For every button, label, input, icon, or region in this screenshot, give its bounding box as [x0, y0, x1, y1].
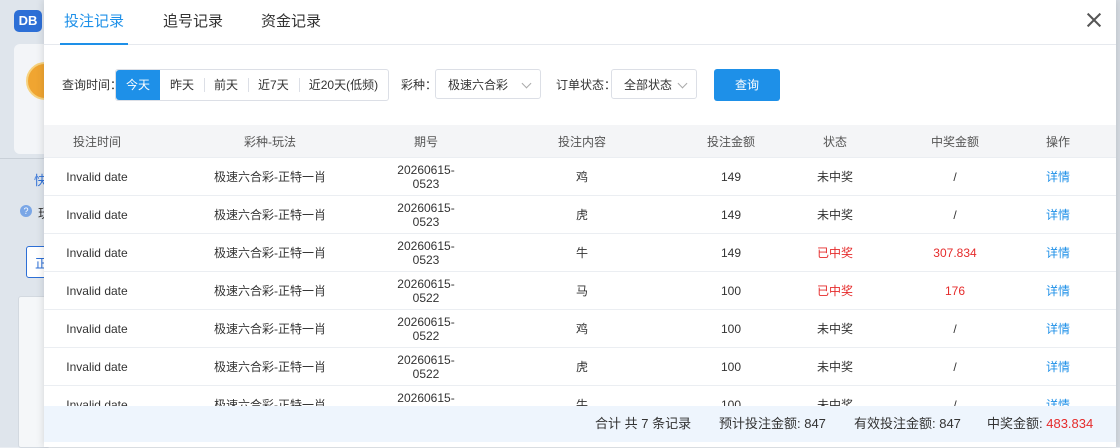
column-header: 投注内容: [462, 125, 702, 158]
filter-bar: 查询时间： 今天 昨天 前天 近7天 近20天(低频) 彩种： 极速六合彩 订单…: [44, 69, 1116, 101]
time-option-day-before[interactable]: 前天: [204, 70, 248, 100]
cell-status: 已中奖: [760, 233, 910, 272]
bet-records-table: 投注时间 彩种-玩法 期号 投注内容 投注金额 状态 中奖金额 操作 Inval…: [44, 125, 1116, 423]
tab-bar: 投注记录 追号记录 资金记录: [44, 0, 1116, 45]
status-select-value: 全部状态: [624, 78, 673, 92]
cell-win: 176: [910, 271, 1000, 310]
cell-content: 鸡: [462, 309, 702, 348]
time-option-20days[interactable]: 近20天(低频): [298, 70, 388, 100]
tab-chase-records[interactable]: 追号记录: [163, 0, 223, 44]
cell-period: 20260615-0523: [390, 195, 462, 234]
cell-win: /: [910, 157, 1000, 196]
details-link[interactable]: 详情: [1000, 233, 1116, 272]
cell-content: 虎: [462, 347, 702, 386]
table-row: Invalid date 极速六合彩-正特一肖 20260615-0523 虎 149 未…: [44, 195, 1116, 234]
cell-content: 牛: [462, 233, 702, 272]
total-records: 合计 共 7 条记录: [595, 416, 692, 431]
cell-status: 未中奖: [760, 157, 910, 196]
table-row: Invalid date 极速六合彩-正特一肖 20260615-0522 马 100 已…: [44, 271, 1116, 310]
details-link[interactable]: 详情: [1000, 157, 1116, 196]
time-option-yesterday[interactable]: 昨天: [160, 70, 204, 100]
chevron-down-icon: [521, 78, 532, 89]
time-option-7days[interactable]: 近7天: [248, 70, 299, 100]
column-header: 中奖金额: [910, 125, 1000, 158]
cell-time: Invalid date: [44, 271, 150, 310]
column-header: 操作: [1000, 125, 1116, 158]
column-header: 投注时间: [44, 125, 150, 158]
cell-game: 极速六合彩-正特一肖: [150, 271, 390, 310]
column-header: 状态: [760, 125, 910, 158]
tab-fund-records[interactable]: 资金记录: [261, 0, 321, 44]
cell-status: 未中奖: [760, 347, 910, 386]
cell-amount: 100: [702, 347, 760, 386]
cell-period: 20260615-0522: [390, 309, 462, 348]
cell-status: 未中奖: [760, 309, 910, 348]
cell-period: 20260615-0522: [390, 347, 462, 386]
cell-win: /: [910, 347, 1000, 386]
table-row: Invalid date 极速六合彩-正特一肖 20260615-0523 鸡 149 未…: [44, 157, 1116, 196]
cell-status: 已中奖: [760, 271, 910, 310]
status-label: 订单状态：: [556, 78, 617, 92]
lottery-label: 彩种：: [401, 78, 438, 92]
cell-game: 极速六合彩-正特一肖: [150, 347, 390, 386]
cell-period: 20260615-0523: [390, 233, 462, 272]
table-row: Invalid date 极速六合彩-正特一肖 20260615-0522 虎 100 未…: [44, 347, 1116, 386]
cell-time: Invalid date: [44, 233, 150, 272]
table-header-row: 投注时间 彩种-玩法 期号 投注内容 投注金额 状态 中奖金额 操作: [44, 125, 1116, 158]
details-link[interactable]: 详情: [1000, 271, 1116, 310]
query-button[interactable]: 查询: [714, 69, 780, 101]
table-row: Invalid date 极速六合彩-正特一肖 20260615-0522 鸡 100 未…: [44, 309, 1116, 348]
details-link[interactable]: 详情: [1000, 309, 1116, 348]
cell-content: 虎: [462, 195, 702, 234]
cell-win: /: [910, 195, 1000, 234]
close-icon[interactable]: [1084, 10, 1104, 30]
win-amount-value: 483.834: [1046, 416, 1094, 431]
cell-amount: 149: [702, 195, 760, 234]
cell-period: 20260615-0522: [390, 271, 462, 310]
lottery-select[interactable]: 极速六合彩: [435, 69, 541, 99]
cell-status: 未中奖: [760, 195, 910, 234]
background-divider: [0, 158, 44, 159]
time-label: 查询时间：: [62, 78, 123, 92]
column-header: 期号: [390, 125, 462, 158]
background-scrollbar: [1116, 0, 1120, 447]
help-icon: ?: [20, 205, 32, 217]
cell-game: 极速六合彩-正特一肖: [150, 233, 390, 272]
details-link[interactable]: 详情: [1000, 195, 1116, 234]
cell-content: 鸡: [462, 157, 702, 196]
cell-amount: 149: [702, 157, 760, 196]
cell-time: Invalid date: [44, 309, 150, 348]
app-logo: DB: [14, 10, 42, 32]
cell-time: Invalid date: [44, 157, 150, 196]
time-range-selector: 今天 昨天 前天 近7天 近20天(低频): [115, 69, 390, 101]
valid-bet-amount: 有效投注金额: 847: [854, 416, 961, 431]
cell-game: 极速六合彩-正特一肖: [150, 157, 390, 196]
lottery-select-value: 极速六合彩: [448, 78, 509, 92]
cell-win: /: [910, 309, 1000, 348]
column-header: 彩种-玩法: [150, 125, 390, 158]
win-amount-label: 中奖金额:: [987, 416, 1047, 431]
cell-period: 20260615-0523: [390, 157, 462, 196]
cell-amount: 100: [702, 309, 760, 348]
tab-bet-records[interactable]: 投注记录: [59, 0, 129, 45]
cell-amount: 100: [702, 271, 760, 310]
column-header: 投注金额: [702, 125, 760, 158]
table-row: Invalid date 极速六合彩-正特一肖 20260615-0523 牛 149 已…: [44, 233, 1116, 272]
cell-win: 307.834: [910, 233, 1000, 272]
cell-amount: 149: [702, 233, 760, 272]
cell-content: 马: [462, 271, 702, 310]
chevron-down-icon: [677, 78, 688, 89]
time-option-today[interactable]: 今天: [116, 70, 161, 100]
cell-game: 极速六合彩-正特一肖: [150, 195, 390, 234]
details-link[interactable]: 详情: [1000, 347, 1116, 386]
cell-game: 极速六合彩-正特一肖: [150, 309, 390, 348]
cell-time: Invalid date: [44, 195, 150, 234]
cell-time: Invalid date: [44, 347, 150, 386]
status-select[interactable]: 全部状态: [611, 69, 697, 99]
win-amount-total: 中奖金额: 483.834: [987, 406, 1093, 442]
records-modal: 投注记录 追号记录 资金记录 查询时间： 今天 昨天 前天 近7天 近20天(低…: [44, 0, 1116, 447]
summary-bar: 合计 共 7 条记录 预计投注金额: 847 有效投注金额: 847 中奖金额:…: [44, 406, 1116, 442]
expected-bet-amount: 预计投注金额: 847: [719, 416, 826, 431]
